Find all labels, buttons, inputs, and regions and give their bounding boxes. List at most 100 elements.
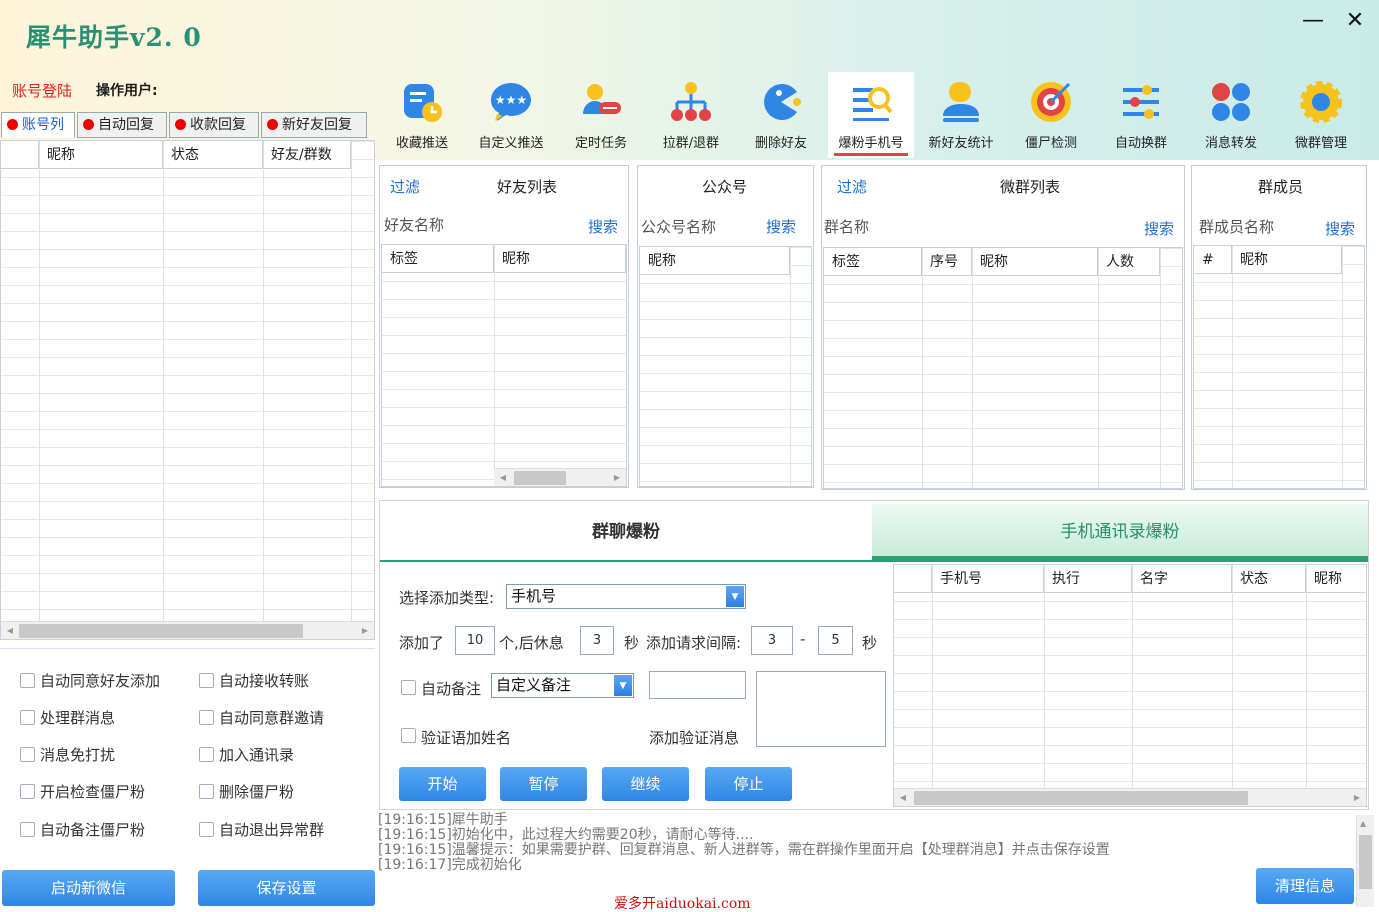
column-header-member-count[interactable]: 人数 <box>1098 248 1160 276</box>
friends-panel-title: 好友列表 <box>497 178 558 196</box>
log-vertical-scrollbar[interactable]: ▲ <box>1356 815 1374 907</box>
added-label: 添加了 <box>399 634 445 652</box>
horizontal-scrollbar[interactable]: ◀ ▶ <box>894 788 1366 806</box>
groups-search-button[interactable]: 搜索 <box>1144 218 1174 239</box>
checkbox-auto-accept-friend[interactable] <box>20 673 35 688</box>
column-header-nickname[interactable]: 昵称 <box>494 245 626 273</box>
checkbox-auto-remark[interactable] <box>401 680 416 695</box>
account-table: 昵称 状态 好友/群数 ◀ ▶ <box>0 140 375 640</box>
toolbar-label: 僵尸检测 <box>1024 136 1077 151</box>
option-label: 自动接收转账 <box>219 672 310 690</box>
save-settings-button[interactable]: 保存设置 <box>198 870 375 906</box>
operator-label: 操作用户: <box>96 83 158 99</box>
interval-max-input[interactable]: 5 <box>818 626 853 655</box>
column-header-nickname[interactable]: 昵称 <box>1306 565 1366 593</box>
toolbar-label: 爆粉手机号 <box>838 136 904 151</box>
clear-info-button[interactable]: 清理信息 <box>1256 868 1354 904</box>
scroll-thumb[interactable] <box>1359 835 1372 889</box>
remark-select[interactable]: 自定义备注 ▼ <box>491 673 634 698</box>
members-panel-title: 群成员 <box>1258 178 1304 196</box>
start-button[interactable]: 开始 <box>399 767 486 801</box>
verify-message-label: 添加验证消息 <box>649 729 740 747</box>
app-title: 犀牛助手v2. 0 <box>26 23 202 52</box>
remark-value: 自定义备注 <box>496 676 572 694</box>
friends-search-button[interactable]: 搜索 <box>588 216 618 237</box>
rest-label: 个,后休息 <box>499 634 564 652</box>
stop-button[interactable]: 停止 <box>705 767 792 801</box>
members-search-button[interactable]: 搜索 <box>1325 218 1355 239</box>
tab-phone-contacts-burst[interactable]: 手机通讯录爆粉 <box>872 504 1368 560</box>
option-label: 自动同意群邀请 <box>219 709 325 727</box>
official-panel-title: 公众号 <box>702 178 748 196</box>
option-label: 加入通讯录 <box>219 746 295 764</box>
tab-auto-reply[interactable]: 自动回复 <box>77 112 167 138</box>
toolbar-timed-task[interactable]: 定时任务 <box>558 72 644 158</box>
checkbox-add-contacts[interactable] <box>199 747 214 762</box>
verify-message-textarea[interactable] <box>756 671 886 747</box>
toolbar-zombie-check[interactable]: 僵尸检测 <box>1008 72 1094 158</box>
column-header-phone[interactable]: 手机号 <box>932 565 1044 593</box>
toolbar-auto-switch-group[interactable]: 自动换群 <box>1098 72 1184 158</box>
checkbox-mute-messages[interactable] <box>20 747 35 762</box>
tab-divider <box>380 560 1368 562</box>
start-new-wechat-button[interactable]: 启动新微信 <box>2 870 175 906</box>
column-header-friends-groups[interactable]: 好友/群数 <box>263 141 351 169</box>
column-header-status[interactable]: 状态 <box>163 141 263 169</box>
horizontal-scrollbar[interactable]: ◀ ▶ <box>1 621 374 639</box>
toolbar-group-join-leave[interactable]: 拉群/退群 <box>648 72 734 158</box>
groups-filter-link[interactable]: 过滤 <box>837 166 867 206</box>
tab-group-chat-burst[interactable]: 群聊爆粉 <box>380 504 872 560</box>
official-search-button[interactable]: 搜索 <box>766 216 796 237</box>
column-header-tag[interactable]: 标签 <box>382 245 494 273</box>
column-header-hash[interactable]: # <box>1194 246 1232 274</box>
column-header-nickname[interactable]: 昵称 <box>972 248 1098 276</box>
close-button[interactable]: ✕ <box>1340 6 1370 36</box>
red-dot-icon <box>175 119 186 130</box>
checkbox-delete-zombie[interactable] <box>199 784 214 799</box>
toolbar-phone-burst[interactable]: 爆粉手机号 <box>828 72 914 158</box>
added-count-input[interactable]: 10 <box>455 626 495 655</box>
rest-seconds-input[interactable]: 3 <box>580 626 614 655</box>
column-header-status[interactable]: 状态 <box>1232 565 1306 593</box>
column-header-nickname[interactable]: 昵称 <box>640 247 790 275</box>
scroll-up-icon: ▲ <box>1360 819 1367 828</box>
toolbar-label: 删除好友 <box>754 136 807 151</box>
option-label: 处理群消息 <box>40 709 116 727</box>
friends-filter-link[interactable]: 过滤 <box>390 166 420 206</box>
tab-new-friend-reply[interactable]: 新好友回复 <box>261 112 367 138</box>
add-type-select[interactable]: 手机号 ▼ <box>506 584 746 609</box>
column-header-nickname[interactable]: 昵称 <box>1232 246 1342 274</box>
checkbox-verify-name[interactable] <box>401 728 416 743</box>
checkbox-remark-zombie[interactable] <box>20 822 35 837</box>
checkbox-exit-abnormal-group[interactable] <box>199 822 214 837</box>
log-line: [19:16:17]完成初始化 <box>378 857 522 873</box>
column-header-execute[interactable]: 执行 <box>1044 565 1132 593</box>
toolbar-group-manage[interactable]: 微群管理 <box>1278 72 1364 158</box>
minimize-button[interactable]: — <box>1298 6 1328 36</box>
continue-button[interactable]: 继续 <box>602 767 689 801</box>
column-header-index[interactable]: 序号 <box>922 248 972 276</box>
interval-label: 添加请求间隔: <box>646 634 742 652</box>
toolbar-favorite-push[interactable]: 收藏推送 <box>379 72 465 158</box>
column-header-nickname[interactable]: 昵称 <box>39 141 163 169</box>
column-header-index <box>1 141 39 169</box>
toolbar-new-friend-stats[interactable]: 新好友统计 <box>918 72 1004 158</box>
checkbox-check-zombie[interactable] <box>20 784 35 799</box>
phone-table: 手机号 执行 名字 状态 昵称 ◀ ▶ <box>893 564 1367 807</box>
checkbox-auto-accept-group-invite[interactable] <box>199 710 214 725</box>
column-header-name[interactable]: 名字 <box>1132 565 1232 593</box>
toolbar-custom-push[interactable]: ★★★ 自定义推送 <box>468 72 554 158</box>
pause-button[interactable]: 暂停 <box>500 767 587 801</box>
toolbar-message-forward[interactable]: 消息转发 <box>1188 72 1274 158</box>
horizontal-scrollbar[interactable]: ◀ ▶ <box>494 468 626 486</box>
checkbox-handle-group-msg[interactable] <box>20 710 35 725</box>
interval-dash: - <box>800 630 806 648</box>
checkbox-auto-receive-transfer[interactable] <box>199 673 214 688</box>
column-header-tag[interactable]: 标签 <box>824 248 922 276</box>
toolbar-delete-friend[interactable]: 删除好友 <box>738 72 824 158</box>
toolbar-label: 新好友统计 <box>928 136 994 151</box>
tab-payment-reply[interactable]: 收款回复 <box>169 112 259 138</box>
remark-text-input[interactable] <box>649 671 746 699</box>
tab-account-list[interactable]: 账号列 <box>1 112 75 138</box>
interval-min-input[interactable]: 3 <box>751 626 793 655</box>
